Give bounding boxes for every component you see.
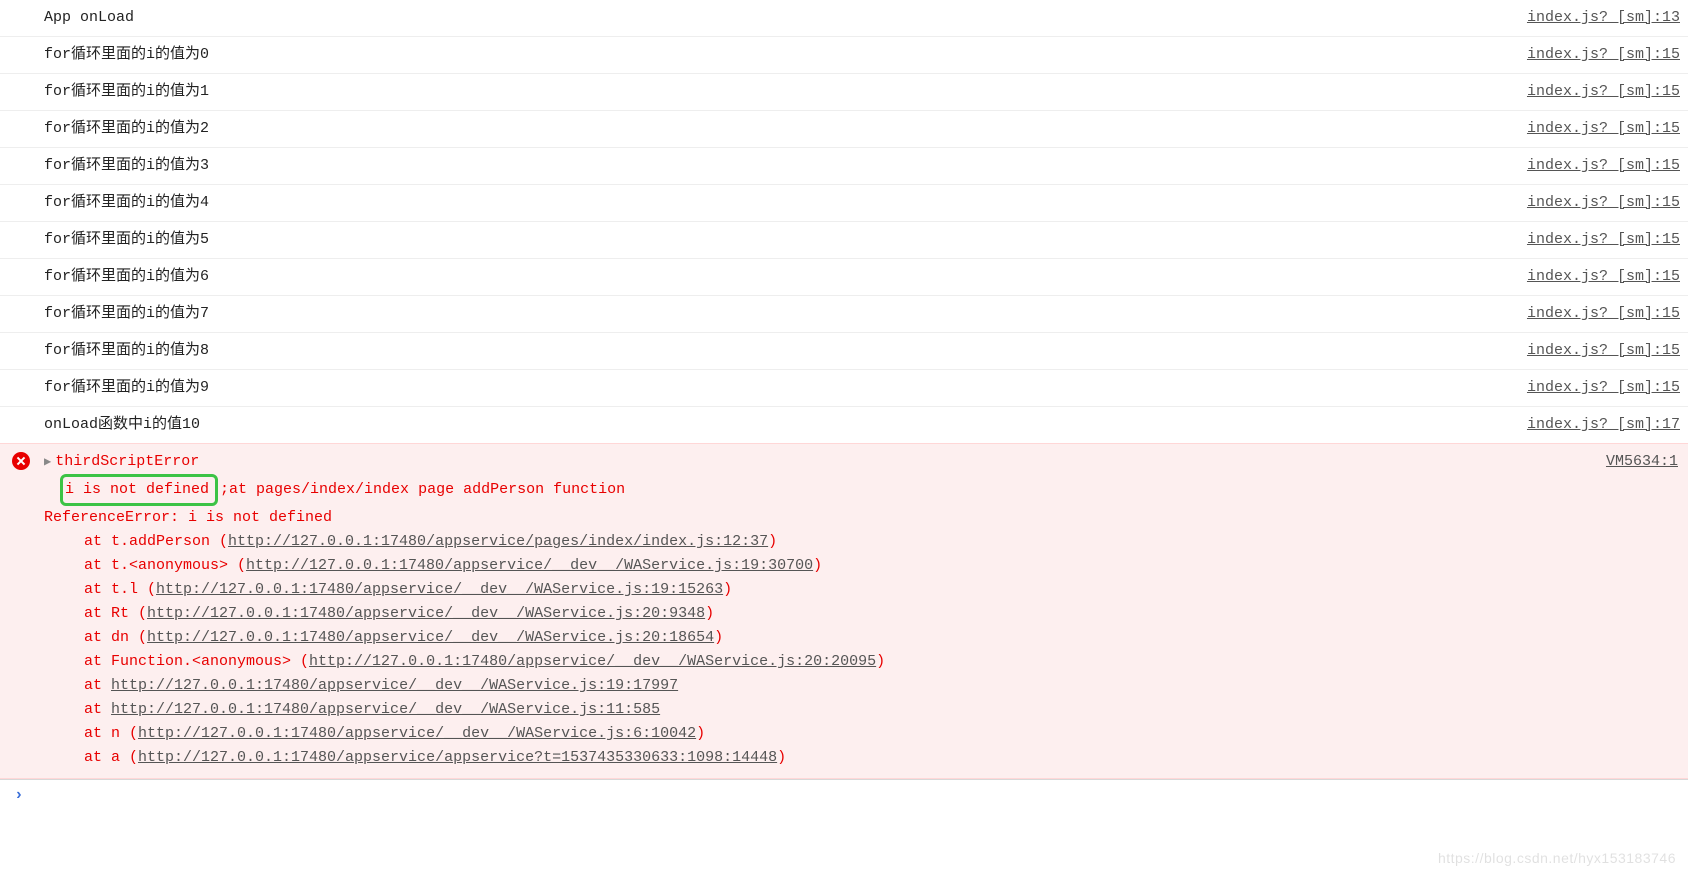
console-log-row: for循环里面的i的值为8 index.js? [sm]:15 [0,332,1688,369]
log-message: onLoad函数中i的值10 [44,413,200,437]
log-source-link[interactable]: index.js? [sm]:15 [1527,117,1680,141]
error-source-link[interactable]: VM5634:1 [1606,450,1678,474]
stack-frame: at http://127.0.0.1:17480/appservice/__d… [84,698,1680,722]
console-log-row: App onLoad index.js? [sm]:13 [0,0,1688,36]
stack-suffix: ) [813,557,822,574]
stack-suffix: ) [696,725,705,742]
error-reference-line: ReferenceError: i is not defined [44,506,1680,530]
stack-prefix: at Rt ( [84,605,147,622]
stack-url-link[interactable]: http://127.0.0.1:17480/appservice/__dev_… [147,605,705,622]
stack-prefix: at dn ( [84,629,147,646]
stack-url-link[interactable]: http://127.0.0.1:17480/appservice/__dev_… [111,677,678,694]
log-source-link[interactable]: index.js? [sm]:15 [1527,265,1680,289]
stack-suffix: ) [714,629,723,646]
console-panel: App onLoad index.js? [sm]:13 for循环里面的i的值为0… [0,0,1688,810]
log-source-link[interactable]: index.js? [sm]:15 [1527,154,1680,178]
error-highlight-box: i is not defined [60,474,218,506]
stack-url-link[interactable]: http://127.0.0.1:17480/appservice/__dev_… [147,629,714,646]
error-context: ;at pages/index/index page addPerson fun… [220,481,625,498]
stack-prefix: at [84,701,111,718]
stack-url-link[interactable]: http://127.0.0.1:17480/appservice/__dev_… [111,701,660,718]
stack-suffix: ) [777,749,786,766]
stack-frame: at Function.<anonymous> (http://127.0.0.… [84,650,1680,674]
log-message: for循环里面的i的值为2 [44,117,209,141]
log-source-link[interactable]: index.js? [sm]:15 [1527,191,1680,215]
console-log-list: App onLoad index.js? [sm]:13 for循环里面的i的值为0… [0,0,1688,443]
stack-url-link[interactable]: http://127.0.0.1:17480/appservice/appser… [138,749,777,766]
log-source-link[interactable]: index.js? [sm]:15 [1527,43,1680,67]
log-message: for循环里面的i的值为8 [44,339,209,363]
stack-url-link[interactable]: http://127.0.0.1:17480/appservice/__dev_… [246,557,813,574]
console-log-row: for循环里面的i的值为2 index.js? [sm]:15 [0,110,1688,147]
console-log-row: for循环里面的i的值为6 index.js? [sm]:15 [0,258,1688,295]
log-message: for循环里面的i的值为4 [44,191,209,215]
stack-frame: at Rt (http://127.0.0.1:17480/appservice… [84,602,1680,626]
log-source-link[interactable]: index.js? [sm]:17 [1527,413,1680,437]
stack-url-link[interactable]: http://127.0.0.1:17480/appservice/__dev_… [156,581,723,598]
log-message: for循环里面的i的值为5 [44,228,209,252]
log-source-link[interactable]: index.js? [sm]:15 [1527,376,1680,400]
log-source-link[interactable]: index.js? [sm]:15 [1527,302,1680,326]
error-icon [12,452,30,470]
stack-prefix: at t.l ( [84,581,156,598]
stack-trace: at t.addPerson (http://127.0.0.1:17480/a… [44,530,1680,770]
stack-frame: at t.<anonymous> (http://127.0.0.1:17480… [84,554,1680,578]
stack-prefix: at t.<anonymous> ( [84,557,246,574]
stack-url-link[interactable]: http://127.0.0.1:17480/appservice/__dev_… [138,725,696,742]
log-message: for循环里面的i的值为0 [44,43,209,67]
stack-prefix: at t.addPerson ( [84,533,228,550]
disclosure-triangle-icon[interactable]: ▶ [44,450,51,474]
stack-frame: at n (http://127.0.0.1:17480/appservice/… [84,722,1680,746]
stack-prefix: at a ( [84,749,138,766]
watermark-text: https://blog.csdn.net/hyx153183746 [1438,850,1676,866]
stack-frame: at t.addPerson (http://127.0.0.1:17480/a… [84,530,1680,554]
chevron-right-icon: › [14,786,24,804]
console-error-entry: VM5634:1 ▶ thirdScriptError i is not def… [0,443,1688,779]
console-log-row: for循环里面的i的值为5 index.js? [sm]:15 [0,221,1688,258]
log-message: App onLoad [44,6,134,30]
log-source-link[interactable]: index.js? [sm]:15 [1527,339,1680,363]
console-log-row: for循环里面的i的值为4 index.js? [sm]:15 [0,184,1688,221]
stack-frame: at http://127.0.0.1:17480/appservice/__d… [84,674,1680,698]
stack-prefix: at Function.<anonymous> ( [84,653,309,670]
stack-url-link[interactable]: http://127.0.0.1:17480/appservice/__dev_… [309,653,876,670]
stack-prefix: at n ( [84,725,138,742]
error-content: ▶ thirdScriptError i is not defined;at p… [8,450,1680,770]
console-log-row: onLoad函数中i的值10 index.js? [sm]:17 [0,406,1688,443]
log-source-link[interactable]: index.js? [sm]:15 [1527,228,1680,252]
log-message: for循环里面的i的值为6 [44,265,209,289]
stack-frame: at t.l (http://127.0.0.1:17480/appservic… [84,578,1680,602]
console-log-row: for循环里面的i的值为9 index.js? [sm]:15 [0,369,1688,406]
console-log-row: for循环里面的i的值为0 index.js? [sm]:15 [0,36,1688,73]
stack-frame: at dn (http://127.0.0.1:17480/appservice… [84,626,1680,650]
console-log-row: for循环里面的i的值为7 index.js? [sm]:15 [0,295,1688,332]
log-source-link[interactable]: index.js? [sm]:15 [1527,80,1680,104]
stack-url-link[interactable]: http://127.0.0.1:17480/appservice/pages/… [228,533,768,550]
stack-prefix: at [84,677,111,694]
console-log-row: for循环里面的i的值为3 index.js? [sm]:15 [0,147,1688,184]
log-message: for循环里面的i的值为7 [44,302,209,326]
stack-suffix: ) [876,653,885,670]
log-message: for循环里面的i的值为9 [44,376,209,400]
console-prompt[interactable]: › [0,779,1688,810]
stack-frame: at a (http://127.0.0.1:17480/appservice/… [84,746,1680,770]
log-source-link[interactable]: index.js? [sm]:13 [1527,6,1680,30]
log-message: for循环里面的i的值为3 [44,154,209,178]
stack-suffix: ) [768,533,777,550]
stack-suffix: ) [723,581,732,598]
stack-suffix: ) [705,605,714,622]
console-log-row: for循环里面的i的值为1 index.js? [sm]:15 [0,73,1688,110]
log-message: for循环里面的i的值为1 [44,80,209,104]
error-title: thirdScriptError [55,450,199,474]
